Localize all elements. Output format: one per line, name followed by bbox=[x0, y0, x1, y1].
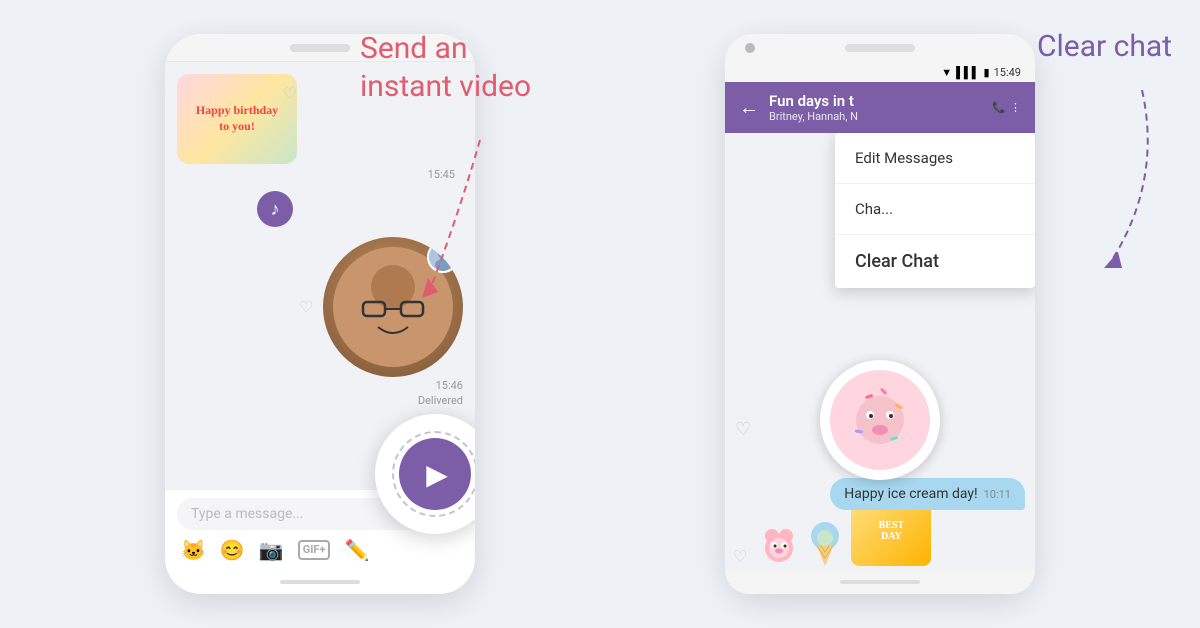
signal-icon: ▌▌▌ bbox=[956, 66, 979, 79]
sticker-heart-icon: ♡ bbox=[733, 547, 747, 566]
left-phone-bottom-bar bbox=[165, 570, 475, 594]
chat-icons-row: 🐱 😊 📷 GIF+ ✏️ bbox=[177, 538, 463, 562]
send-instant-video-annotation: Send an instant video bbox=[360, 30, 531, 105]
sticker-timestamp: 15:45 bbox=[428, 168, 455, 181]
scene: Happy birthdayto you! ♡ 15:45 ♪ bbox=[0, 0, 1200, 628]
call-icon[interactable]: 📞 bbox=[992, 101, 1006, 114]
dropdown-menu: Edit Messages Cha... Clear Chat bbox=[835, 133, 1035, 288]
bear-sticker bbox=[759, 526, 799, 566]
video-heart-icon: ♡ bbox=[299, 298, 313, 317]
more-icon[interactable]: ⋮ bbox=[1010, 101, 1021, 114]
right-phone-top-bar bbox=[725, 34, 1035, 62]
heart-icon: ♡ bbox=[283, 84, 297, 103]
clear-chat-annotation: Clear chat bbox=[1037, 28, 1172, 66]
video-message: ♡ 15:46 Delivered bbox=[177, 237, 463, 407]
video-timestamp: 15:46 bbox=[436, 379, 463, 392]
music-bubble: ♪ bbox=[257, 191, 293, 227]
viber-chat-header: ← Fun days in t Britney, Hannah, N 📞 ⋮ bbox=[725, 82, 1035, 133]
video-record-button[interactable]: ▶ bbox=[399, 438, 471, 510]
video-bubble bbox=[323, 237, 463, 377]
donut-sticker-circle bbox=[820, 360, 940, 480]
happy-birthday-sticker: Happy birthdayto you! bbox=[177, 74, 297, 164]
spacer bbox=[1005, 43, 1015, 53]
nav-bar bbox=[280, 580, 360, 584]
left-phone: Happy birthdayto you! ♡ 15:45 ♪ bbox=[165, 34, 475, 594]
chat-name: Fun days in t bbox=[769, 92, 982, 110]
ice-cream-text: Happy ice cream day! bbox=[844, 486, 977, 502]
annotation-clear-chat-text: Clear chat bbox=[1037, 28, 1172, 66]
status-bar: ▼ ▌▌▌ ▮ 15:49 bbox=[725, 62, 1035, 82]
header-right-icons: 📞 ⋮ bbox=[992, 101, 1021, 114]
chat-title-block: Fun days in t Britney, Hannah, N bbox=[769, 92, 982, 123]
status-time: 15:49 bbox=[994, 66, 1021, 79]
chat-members: Britney, Hannah, N bbox=[769, 110, 982, 123]
wifi-icon: ▼ bbox=[941, 66, 952, 79]
battery-icon: ▮ bbox=[984, 66, 990, 79]
delivered-status: Delivered bbox=[418, 394, 463, 407]
video-avatar bbox=[427, 241, 459, 273]
chat-background-item[interactable]: Cha... bbox=[835, 184, 1035, 235]
right-phone-bottom bbox=[725, 570, 1035, 594]
input-placeholder: Type a message... bbox=[191, 506, 303, 522]
right-chat-body: Edit Messages Cha... Clear Chat bbox=[725, 133, 1035, 570]
ice-cream-message: Happy ice cream day! 10:11 bbox=[830, 478, 1025, 510]
music-note-icon: ♪ bbox=[271, 199, 280, 220]
speaker-grill bbox=[290, 44, 350, 52]
bottom-stickers-area: ♡ bbox=[725, 510, 1035, 570]
dashed-arrow-right bbox=[1032, 80, 1172, 280]
donut-heart-icon: ♡ bbox=[735, 419, 751, 440]
clear-chat-item[interactable]: Clear Chat bbox=[835, 235, 1035, 288]
doodle-icon[interactable]: ✏️ bbox=[344, 538, 369, 562]
camera-dot bbox=[745, 43, 755, 53]
edit-messages-item[interactable]: Edit Messages bbox=[835, 133, 1035, 184]
bottom-nav-bar bbox=[840, 580, 920, 584]
play-icon: ▶ bbox=[426, 458, 448, 491]
ice-cream-sticker bbox=[807, 516, 843, 566]
annotation-send-text: Send an instant video bbox=[360, 30, 531, 105]
ice-cream-time: 10:11 bbox=[984, 488, 1011, 501]
sticker-icon[interactable]: 😊 bbox=[220, 538, 245, 562]
speaker-bar bbox=[845, 44, 915, 52]
back-arrow-icon[interactable]: ← bbox=[739, 95, 759, 120]
emoji-icon[interactable]: 🐱 bbox=[181, 538, 206, 562]
camera-icon[interactable]: 📷 bbox=[259, 538, 284, 562]
right-phone: ▼ ▌▌▌ ▮ 15:49 ← Fun days in t Britney, H… bbox=[725, 34, 1035, 594]
gif-button[interactable]: GIF+ bbox=[298, 540, 331, 559]
